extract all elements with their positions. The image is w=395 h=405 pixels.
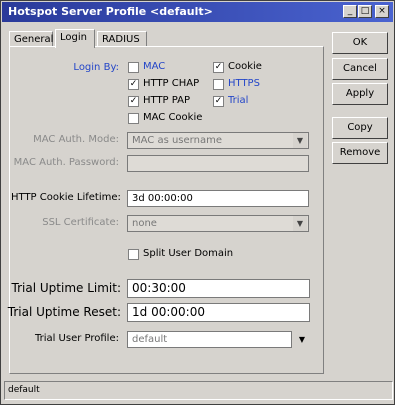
mac-auth-mode-select[interactable]: MAC as username bbox=[127, 132, 309, 149]
trial-label: Trial bbox=[228, 95, 249, 106]
mac-auth-password-field[interactable] bbox=[127, 155, 309, 172]
ok-button[interactable]: OK bbox=[332, 32, 388, 54]
mac-cookie-checkbox[interactable] bbox=[128, 113, 139, 124]
tab-login[interactable]: Login bbox=[55, 29, 95, 48]
remove-button[interactable]: Remove bbox=[332, 142, 388, 164]
http-pap-checkbox[interactable]: ✓ bbox=[128, 96, 139, 107]
tab-radius[interactable]: RADIUS bbox=[97, 31, 147, 47]
cookie-checkbox[interactable]: ✓ bbox=[213, 62, 224, 73]
checkmark-icon: ✓ bbox=[214, 96, 223, 106]
tab-general[interactable]: General bbox=[9, 31, 53, 47]
trial-checkbox[interactable]: ✓ bbox=[213, 96, 224, 107]
trial-uptime-limit-label: Trial Uptime Limit: bbox=[11, 281, 121, 295]
maximize-button[interactable]: □ bbox=[358, 5, 372, 18]
login-by-label: Login By: bbox=[73, 62, 119, 73]
ssl-certificate-select[interactable]: none bbox=[127, 215, 309, 232]
mac-auth-mode-label: MAC Auth. Mode: bbox=[33, 134, 119, 145]
mac-auth-password-label: MAC Auth. Password: bbox=[13, 157, 119, 168]
chevron-down-icon[interactable]: ▼ bbox=[295, 332, 309, 347]
trial-uptime-reset-field[interactable]: 1d 00:00:00 bbox=[127, 303, 310, 322]
mac-cookie-label: MAC Cookie bbox=[143, 112, 203, 123]
title-bar[interactable]: Hotspot Server Profile <default> _ □ × bbox=[2, 2, 393, 22]
http-pap-label: HTTP PAP bbox=[143, 95, 191, 106]
checkmark-icon: ✓ bbox=[214, 62, 223, 72]
mac-checkbox[interactable] bbox=[128, 62, 139, 73]
trial-uptime-limit-field[interactable]: 00:30:00 bbox=[127, 279, 310, 298]
chevron-down-icon[interactable]: ▼ bbox=[293, 133, 307, 148]
cookie-label: Cookie bbox=[228, 61, 262, 72]
https-label: HTTPS bbox=[228, 78, 260, 89]
cancel-button[interactable]: Cancel bbox=[332, 58, 388, 80]
profile-window: Hotspot Server Profile <default> _ □ × G… bbox=[0, 0, 395, 405]
ssl-certificate-label: SSL Certificate: bbox=[42, 217, 119, 228]
http-cookie-lifetime-field[interactable]: 3d 00:00:00 bbox=[127, 190, 309, 207]
http-chap-label: HTTP CHAP bbox=[143, 78, 200, 89]
https-checkbox[interactable] bbox=[213, 79, 224, 90]
close-button[interactable]: × bbox=[375, 5, 389, 18]
trial-user-profile-select[interactable]: default bbox=[127, 331, 292, 348]
trial-user-profile-label: Trial User Profile: bbox=[34, 333, 119, 344]
minimize-button[interactable]: _ bbox=[343, 5, 357, 18]
http-chap-checkbox[interactable]: ✓ bbox=[128, 79, 139, 90]
checkmark-icon: ✓ bbox=[129, 79, 138, 89]
copy-button[interactable]: Copy bbox=[332, 117, 388, 139]
apply-button[interactable]: Apply bbox=[332, 83, 388, 105]
window-title: Hotspot Server Profile <default> bbox=[8, 5, 213, 18]
chevron-down-icon[interactable]: ▼ bbox=[293, 216, 307, 231]
checkmark-icon: ✓ bbox=[129, 96, 138, 106]
split-user-domain-checkbox[interactable] bbox=[128, 249, 139, 260]
trial-uptime-reset-label: Trial Uptime Reset: bbox=[7, 305, 121, 319]
status-bar: default bbox=[4, 381, 393, 400]
http-cookie-lifetime-label: HTTP Cookie Lifetime: bbox=[11, 192, 121, 203]
mac-label: MAC bbox=[143, 61, 166, 72]
split-user-domain-label: Split User Domain bbox=[143, 248, 234, 259]
